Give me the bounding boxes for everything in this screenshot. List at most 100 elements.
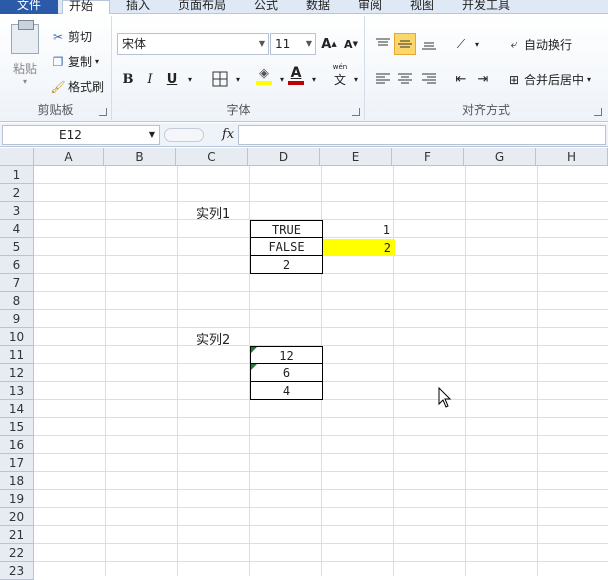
tab-developer[interactable]: 开发工具 <box>456 0 516 14</box>
align-bottom-icon[interactable] <box>418 33 440 55</box>
chevron-down-icon[interactable]: ▾ <box>345 68 367 90</box>
row-header-3[interactable]: 3 <box>0 202 34 220</box>
row-header-7[interactable]: 7 <box>0 274 34 292</box>
row-header-8[interactable]: 8 <box>0 292 34 310</box>
font-size-value: 11 <box>275 37 291 51</box>
decrease-font-icon[interactable]: A ▼ <box>340 33 362 55</box>
chevron-down-icon[interactable]: ▾ <box>179 68 201 90</box>
increase-indent-icon[interactable]: ⇥ <box>472 68 494 90</box>
row-header-2[interactable]: 2 <box>0 184 34 202</box>
column-header-d[interactable]: D <box>248 148 320 166</box>
row-header-23[interactable]: 23 <box>0 562 34 580</box>
row-header-4[interactable]: 4 <box>0 220 34 238</box>
dialog-launcher-icon[interactable] <box>594 108 602 116</box>
chevron-down-icon: ▾ <box>95 57 100 66</box>
row-header-1[interactable]: 1 <box>0 166 34 184</box>
font-group: 宋体 ▼ 11 ▼ A ▲ A ▼ B I U ▾ ▾ ◈ ▾ A ▾ wén 文 … <box>113 16 365 120</box>
tab-data[interactable]: 数据 <box>300 0 336 14</box>
column-header-b[interactable]: B <box>104 148 176 166</box>
row-header-10[interactable]: 10 <box>0 328 34 346</box>
cell-d13[interactable]: 4 <box>250 382 323 400</box>
example1-label: 实列1 <box>196 207 231 222</box>
row-header-5[interactable]: 5 <box>0 238 34 256</box>
select-all-corner[interactable] <box>0 148 34 166</box>
name-box[interactable]: E12 ▼ <box>2 125 160 145</box>
formula-bar-controls <box>164 128 204 142</box>
chevron-down-icon: ▼ <box>305 39 312 48</box>
row-header-22[interactable]: 22 <box>0 544 34 562</box>
cell-d5[interactable]: FALSE <box>250 238 323 256</box>
mouse-cursor-icon <box>438 387 452 408</box>
tab-file[interactable]: 文件 <box>0 0 58 14</box>
chevron-down-icon[interactable]: ▾ <box>466 33 488 55</box>
column-header-a[interactable]: A <box>34 148 104 166</box>
chevron-down-icon: ▼ <box>258 39 265 48</box>
name-box-value: E12 <box>59 128 82 142</box>
cell-d11[interactable]: 12 <box>250 346 323 364</box>
brush-icon: 🖌 <box>50 79 66 94</box>
ribbon: 粘贴 ▾ ✂ 剪切 ❐ 复制 ▾ 🖌 格式刷 剪贴板 宋体 ▼ 11 ▼ A ▲ … <box>0 14 608 122</box>
font-size-select[interactable]: 11 ▼ <box>270 33 316 55</box>
tab-view[interactable]: 视图 <box>404 0 440 14</box>
chevron-down-icon: ▾ <box>22 77 27 86</box>
tab-review[interactable]: 审阅 <box>352 0 388 14</box>
italic-button[interactable]: I <box>139 68 161 90</box>
cell-d6[interactable]: 2 <box>250 256 323 274</box>
row-header-18[interactable]: 18 <box>0 472 34 490</box>
decrease-indent-icon[interactable]: ⇤ <box>450 68 472 90</box>
font-name-value: 宋体 <box>122 37 147 51</box>
alignment-group-label: 对齐方式 <box>461 103 510 117</box>
align-left-icon[interactable] <box>372 68 394 90</box>
row-header-20[interactable]: 20 <box>0 508 34 526</box>
copy-button[interactable]: ❐ 复制 ▾ <box>50 53 99 70</box>
merge-center-button[interactable]: ⊞ 合并后居中 ▾ <box>506 71 591 88</box>
clipboard-icon <box>11 20 39 54</box>
tab-insert[interactable]: 插入 <box>120 0 156 14</box>
tab-page-layout[interactable]: 页面布局 <box>172 0 232 14</box>
chevron-down-icon[interactable]: ▾ <box>303 68 325 90</box>
font-name-select[interactable]: 宋体 ▼ <box>117 33 269 55</box>
format-painter-button[interactable]: 🖌 格式刷 <box>50 78 104 95</box>
formula-input[interactable] <box>238 125 606 145</box>
row-header-19[interactable]: 19 <box>0 490 34 508</box>
cell-d4[interactable]: TRUE <box>250 220 323 238</box>
row-header-13[interactable]: 13 <box>0 382 34 400</box>
scissors-icon: ✂ <box>52 29 64 44</box>
column-header-f[interactable]: F <box>392 148 464 166</box>
row-header-11[interactable]: 11 <box>0 346 34 364</box>
bold-button[interactable]: B <box>117 68 139 90</box>
paste-button[interactable]: 粘贴 ▾ <box>8 20 42 86</box>
tab-home[interactable]: 开始 <box>62 0 110 15</box>
cell-e5[interactable]: 2 <box>323 239 395 256</box>
row-header-14[interactable]: 14 <box>0 400 34 418</box>
row-header-6[interactable]: 6 <box>0 256 34 274</box>
row-header-9[interactable]: 9 <box>0 310 34 328</box>
row-header-16[interactable]: 16 <box>0 436 34 454</box>
dialog-launcher-icon[interactable] <box>352 108 360 116</box>
cell-d12[interactable]: 6 <box>250 364 323 382</box>
insert-function-icon[interactable]: fx <box>222 127 234 142</box>
tab-formulas[interactable]: 公式 <box>248 0 284 14</box>
dialog-launcher-icon[interactable] <box>99 108 107 116</box>
chevron-down-icon[interactable]: ▾ <box>227 68 249 90</box>
column-header-e[interactable]: E <box>320 148 392 166</box>
column-header-c[interactable]: C <box>176 148 248 166</box>
row-header-12[interactable]: 12 <box>0 364 34 382</box>
align-center-icon[interactable] <box>394 68 416 90</box>
cut-button[interactable]: ✂ 剪切 <box>50 28 92 45</box>
increase-font-icon[interactable]: A ▲ <box>318 33 340 55</box>
row-header-17[interactable]: 17 <box>0 454 34 472</box>
row-header-15[interactable]: 15 <box>0 418 34 436</box>
copy-label: 复制 <box>68 55 93 69</box>
cut-label: 剪切 <box>68 30 93 44</box>
row-header-21[interactable]: 21 <box>0 526 34 544</box>
align-top-icon[interactable] <box>372 33 394 55</box>
align-right-icon[interactable] <box>418 68 440 90</box>
wrap-text-icon: ⤶ <box>510 37 518 51</box>
align-middle-icon[interactable] <box>394 33 416 55</box>
wrap-text-button[interactable]: ⤶ 自动换行 <box>506 36 572 53</box>
column-header-h[interactable]: H <box>536 148 608 166</box>
column-header-g[interactable]: G <box>464 148 536 166</box>
wrap-text-label: 自动换行 <box>524 38 573 52</box>
cell-e4[interactable]: 1 <box>323 221 394 239</box>
